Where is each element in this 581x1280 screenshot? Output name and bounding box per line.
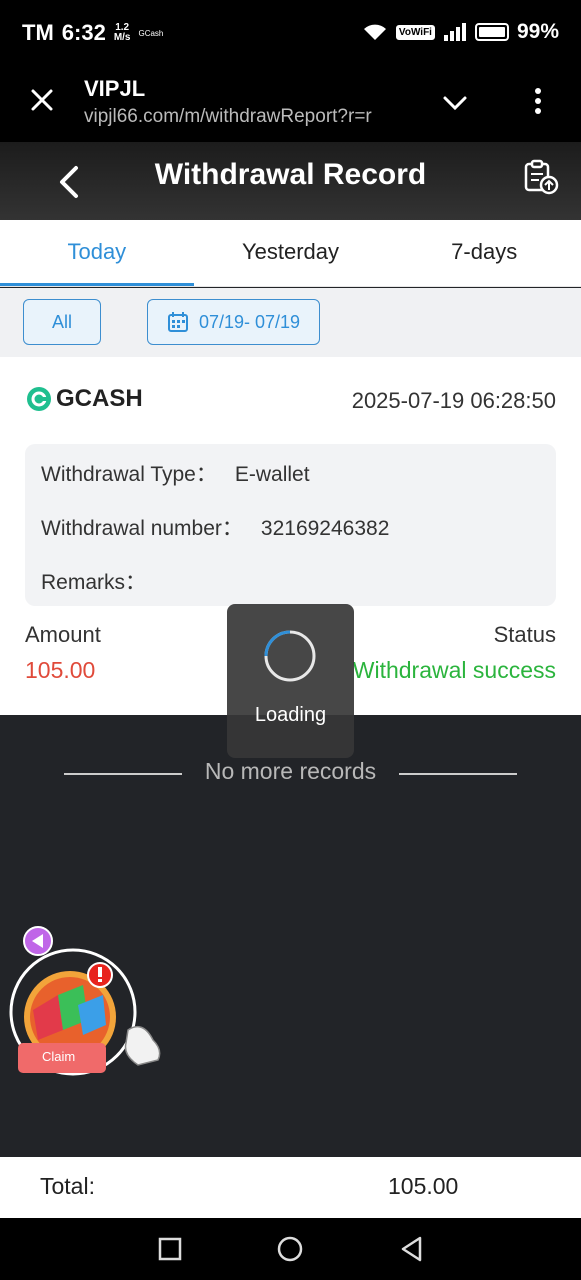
withdrawal-type-row: Withdrawal Type： E-wallet [41, 458, 310, 488]
withdrawal-type-value: E-wallet [234, 463, 310, 486]
withdrawal-number-label: Withdrawal number： [41, 517, 243, 540]
divider-right [399, 773, 517, 775]
clipboard-upload-icon[interactable] [522, 158, 560, 196]
record-datetime: 2025-07-19 06:28:50 [351, 388, 556, 413]
clock: 6:32 [61, 20, 106, 45]
vowifi-badge: VoWiFi [395, 24, 435, 40]
tab-yesterday[interactable]: Yesterday [194, 220, 388, 286]
date-tabs: Today Yesterday 7-days [0, 220, 581, 287]
status-left-group: TM 6:32 1.2 M/s GCash [22, 20, 163, 46]
total-label: Total: [40, 1173, 95, 1199]
loading-spinner-icon [264, 630, 316, 682]
floating-claim-widget[interactable]: Claim [8, 925, 168, 1085]
app-header: Withdrawal Record [0, 142, 581, 220]
more-menu-icon[interactable] [528, 86, 548, 116]
remarks-label: Remarks： [41, 571, 147, 594]
claim-widget-graphic [9, 926, 161, 1076]
close-icon[interactable] [28, 86, 56, 114]
battery-percent: 99% [516, 20, 559, 43]
date-range-label: 07/19- 07/19 [198, 311, 301, 332]
loading-toast: Loading [227, 604, 354, 758]
browser-toolbar: VIPJL vipjl66.com/m/withdrawReport?r=r [0, 70, 581, 142]
recent-apps-icon[interactable] [156, 1235, 184, 1263]
page-title: Withdrawal Record [154, 158, 427, 191]
home-icon[interactable] [276, 1235, 304, 1263]
total-bar: Total: 105.00 [0, 1157, 581, 1218]
speed-unit: M/s [113, 32, 131, 43]
amount-label: Amount [25, 622, 101, 647]
tab-today[interactable]: Today [0, 220, 194, 286]
network-speed: 1.2 M/s [114, 23, 131, 43]
gcash-logo: GCASH [26, 385, 143, 413]
signal-icon [443, 23, 466, 41]
status-label: Status [493, 622, 556, 647]
filter-row: All 07/19- 07/19 [0, 288, 581, 357]
date-range-button[interactable]: 07/19- 07/19 [147, 299, 320, 345]
browser-page-title: VIPJL [84, 76, 146, 101]
withdrawal-number-value: 32169246382 [260, 517, 390, 540]
type-filter-button[interactable]: All [23, 299, 101, 345]
browser-url[interactable]: vipjl66.com/m/withdrawReport?r=r [84, 106, 414, 128]
loading-text: Loading [254, 704, 327, 726]
provider-name: GCASH [56, 385, 143, 412]
tab-7-days[interactable]: 7-days [387, 220, 581, 286]
total-value: 105.00 [388, 1173, 459, 1199]
withdrawal-number-row: Withdrawal number： 32169246382 [41, 512, 389, 542]
system-navigation-bar [0, 1218, 581, 1280]
record-details: Withdrawal Type： E-wallet Withdrawal numb… [25, 444, 556, 606]
wifi-icon [363, 24, 386, 40]
system-status-bar: TM 6:32 1.2 M/s GCash VoWiFi 99% [0, 0, 581, 70]
carrier-label: TM [22, 20, 54, 45]
amount-value: 105.00 [25, 657, 96, 683]
battery-icon [474, 23, 509, 41]
withdrawal-type-label: Withdrawal Type： [41, 463, 217, 486]
no-more-records: No more records [204, 758, 377, 784]
chevron-down-icon[interactable] [440, 88, 470, 118]
status-right-group: VoWiFi 99% [362, 20, 559, 44]
remarks-row: Remarks： [41, 566, 164, 596]
calendar-icon [167, 312, 188, 332]
app-notification-label: GCash [138, 28, 164, 38]
status-value: Withdrawal success [352, 657, 556, 683]
back-nav-icon[interactable] [398, 1235, 426, 1263]
claim-label[interactable]: Claim [42, 1049, 75, 1064]
gcash-icon [27, 387, 51, 411]
